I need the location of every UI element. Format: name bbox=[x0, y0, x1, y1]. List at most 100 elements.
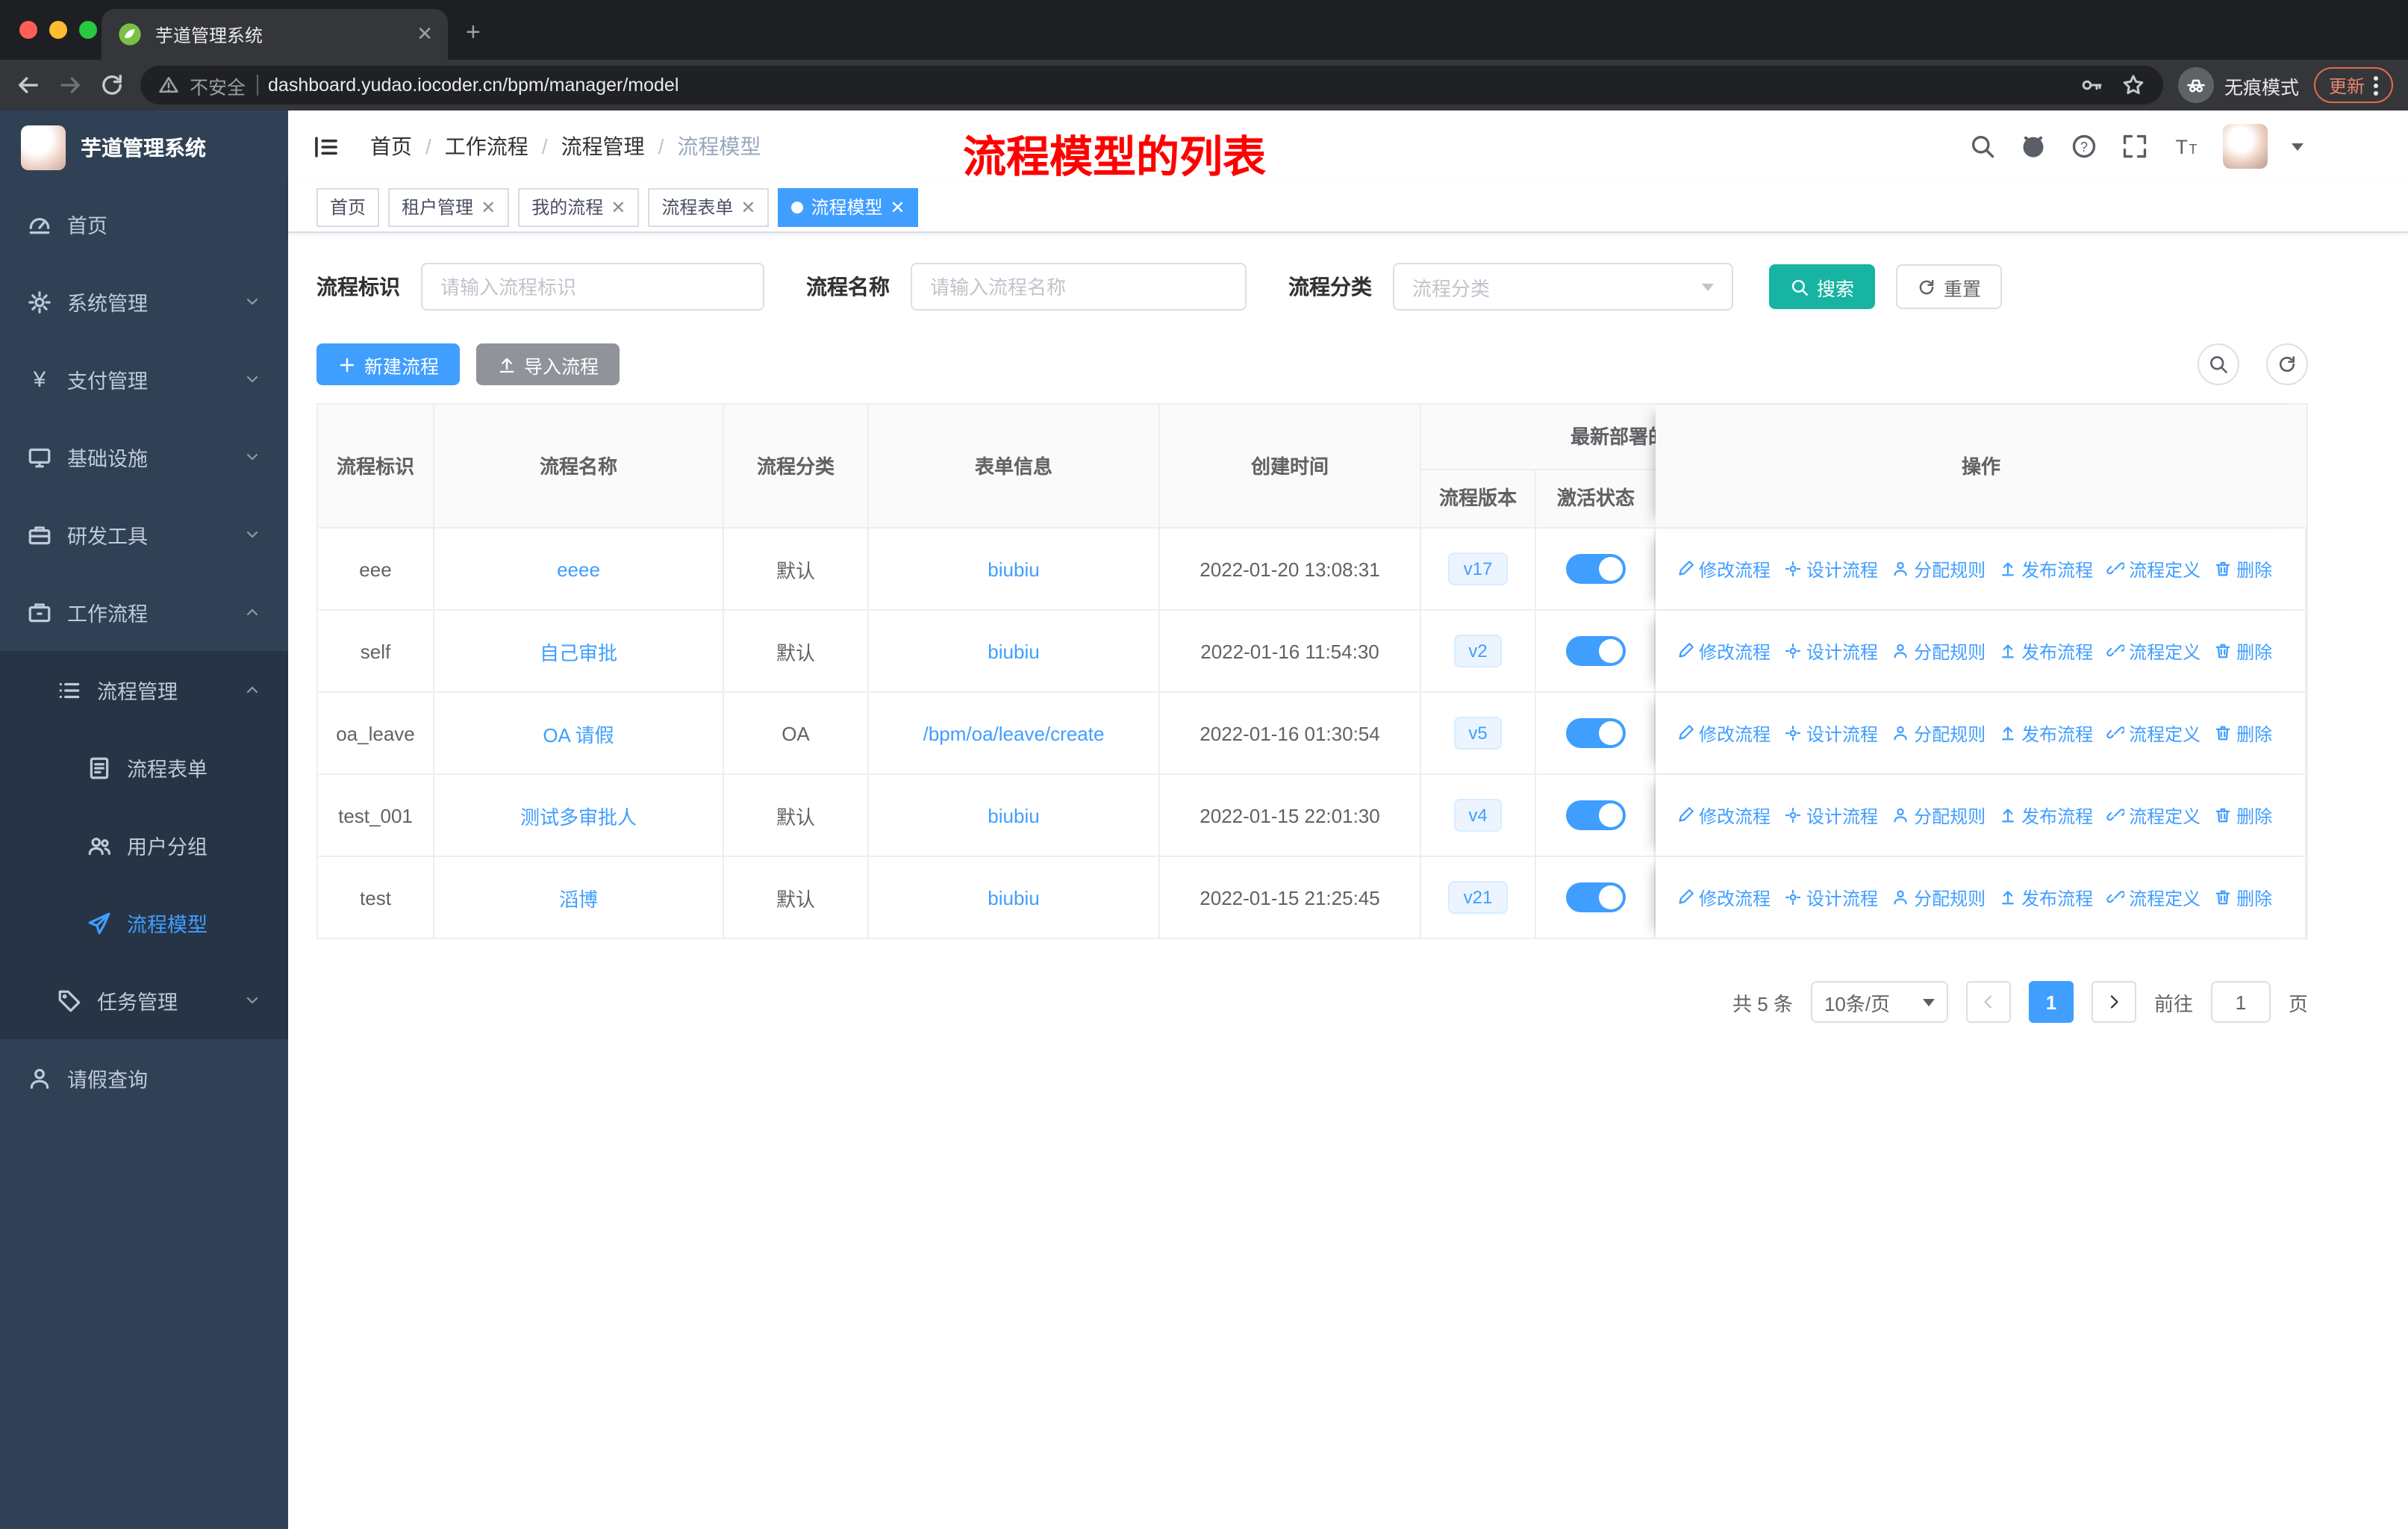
action-assign-rule-link[interactable]: 分配规则 bbox=[1891, 885, 1986, 910]
sidebar-item-process-management[interactable]: 流程管理 bbox=[0, 651, 288, 729]
action-design-link[interactable]: 设计流程 bbox=[1784, 638, 1878, 664]
action-edit-link[interactable]: 修改流程 bbox=[1676, 885, 1771, 910]
version-badge[interactable]: v4 bbox=[1453, 799, 1503, 832]
github-icon[interactable] bbox=[2020, 133, 2047, 160]
maximize-window-button[interactable] bbox=[79, 21, 97, 39]
sidebar-item-system[interactable]: 系统管理 bbox=[0, 263, 288, 340]
form-info-link[interactable]: biubiu bbox=[988, 558, 1039, 580]
action-publish-link[interactable]: 发布流程 bbox=[1999, 803, 2093, 828]
active-toggle[interactable] bbox=[1565, 882, 1625, 912]
process-name-link[interactable]: OA 请假 bbox=[543, 719, 614, 747]
tab-close-icon[interactable]: ✕ bbox=[417, 22, 433, 46]
avatar[interactable] bbox=[2223, 124, 2268, 169]
process-name-link[interactable]: 滔博 bbox=[559, 883, 598, 912]
sidebar-item-process-model[interactable]: 流程模型 bbox=[0, 884, 288, 962]
breadcrumb-item[interactable]: 首页 bbox=[370, 131, 412, 161]
action-publish-link[interactable]: 发布流程 bbox=[1999, 720, 2093, 746]
action-publish-link[interactable]: 发布流程 bbox=[1999, 638, 2093, 664]
active-toggle[interactable] bbox=[1565, 636, 1625, 666]
goto-page-input[interactable] bbox=[2210, 981, 2271, 1023]
process-name-link[interactable]: eeee bbox=[557, 558, 600, 580]
tag-home[interactable]: 首页 bbox=[316, 187, 380, 226]
search-icon[interactable] bbox=[1969, 133, 1996, 160]
page-number-current[interactable]: 1 bbox=[2028, 981, 2074, 1023]
form-info-link[interactable]: biubiu bbox=[988, 804, 1039, 826]
form-info-link[interactable]: biubiu bbox=[988, 886, 1039, 909]
sidebar-item-task-management[interactable]: 任务管理 bbox=[0, 962, 288, 1039]
action-design-link[interactable]: 设计流程 bbox=[1784, 803, 1878, 828]
action-design-link[interactable]: 设计流程 bbox=[1784, 556, 1878, 582]
menu-kebab-icon[interactable] bbox=[2374, 75, 2378, 95]
search-button[interactable]: 搜索 bbox=[1769, 264, 1876, 309]
action-definition-link[interactable]: 流程定义 bbox=[2106, 556, 2200, 582]
breadcrumb-item[interactable]: 流程管理 bbox=[561, 131, 645, 161]
action-assign-rule-link[interactable]: 分配规则 bbox=[1891, 803, 1986, 828]
import-process-button[interactable]: 导入流程 bbox=[476, 343, 620, 385]
action-assign-rule-link[interactable]: 分配规则 bbox=[1891, 638, 1986, 664]
action-assign-rule-link[interactable]: 分配规则 bbox=[1891, 556, 1986, 582]
version-badge[interactable]: v2 bbox=[1453, 635, 1503, 667]
action-definition-link[interactable]: 流程定义 bbox=[2106, 803, 2200, 828]
refresh-table-button[interactable] bbox=[2266, 343, 2308, 385]
active-toggle[interactable] bbox=[1565, 718, 1625, 748]
tag-process-form[interactable]: 流程表单 ✕ bbox=[648, 187, 770, 226]
action-edit-link[interactable]: 修改流程 bbox=[1676, 720, 1771, 746]
browser-tab[interactable]: 芋道管理系统 ✕ bbox=[102, 9, 448, 60]
tag-my-process[interactable]: 我的流程 ✕ bbox=[518, 187, 640, 226]
tag-process-model[interactable]: 流程模型 ✕ bbox=[778, 187, 919, 226]
action-assign-rule-link[interactable]: 分配规则 bbox=[1891, 720, 1986, 746]
action-definition-link[interactable]: 流程定义 bbox=[2106, 885, 2200, 910]
back-icon[interactable] bbox=[15, 72, 42, 99]
menu-fold-icon[interactable] bbox=[312, 132, 340, 161]
form-info-link[interactable]: biubiu bbox=[988, 640, 1039, 662]
font-size-icon[interactable]: TT bbox=[2172, 133, 2199, 160]
version-badge[interactable]: v5 bbox=[1453, 717, 1503, 750]
action-definition-link[interactable]: 流程定义 bbox=[2106, 720, 2200, 746]
close-window-button[interactable] bbox=[19, 21, 37, 39]
next-page-button[interactable] bbox=[2091, 981, 2136, 1023]
close-icon[interactable]: ✕ bbox=[481, 196, 496, 217]
reset-button[interactable]: 重置 bbox=[1896, 264, 2003, 309]
version-badge[interactable]: v21 bbox=[1448, 881, 1508, 914]
close-icon[interactable]: ✕ bbox=[890, 196, 905, 217]
tag-tenant[interactable]: 租户管理 ✕ bbox=[388, 187, 510, 226]
action-delete-link[interactable]: 删除 bbox=[2214, 720, 2272, 746]
sidebar-item-user-group[interactable]: 用户分组 bbox=[0, 806, 288, 884]
action-delete-link[interactable]: 删除 bbox=[2214, 803, 2272, 828]
update-browser-button[interactable]: 更新 bbox=[2313, 67, 2393, 103]
action-definition-link[interactable]: 流程定义 bbox=[2106, 638, 2200, 664]
active-toggle[interactable] bbox=[1565, 800, 1625, 830]
sidebar-item-workflow[interactable]: 工作流程 bbox=[0, 573, 288, 651]
action-design-link[interactable]: 设计流程 bbox=[1784, 720, 1878, 746]
reload-icon[interactable] bbox=[99, 72, 125, 99]
minimize-window-button[interactable] bbox=[49, 21, 67, 39]
close-icon[interactable]: ✕ bbox=[740, 196, 755, 217]
password-key-icon[interactable] bbox=[2080, 73, 2103, 97]
sidebar-item-payment[interactable]: ¥ 支付管理 bbox=[0, 340, 288, 418]
category-select[interactable]: 流程分类 bbox=[1393, 263, 1733, 311]
action-edit-link[interactable]: 修改流程 bbox=[1676, 556, 1771, 582]
action-edit-link[interactable]: 修改流程 bbox=[1676, 638, 1771, 664]
new-tab-button[interactable]: + bbox=[466, 18, 481, 48]
version-badge[interactable]: v17 bbox=[1448, 552, 1508, 585]
create-process-button[interactable]: 新建流程 bbox=[316, 343, 461, 385]
help-icon[interactable]: ? bbox=[2071, 133, 2097, 160]
sidebar-item-process-form[interactable]: 流程表单 bbox=[0, 729, 288, 806]
action-publish-link[interactable]: 发布流程 bbox=[1999, 885, 2093, 910]
process-name-input[interactable] bbox=[911, 263, 1247, 311]
active-toggle[interactable] bbox=[1565, 554, 1625, 584]
bookmark-star-icon[interactable] bbox=[2121, 73, 2145, 97]
sidebar-item-home[interactable]: 首页 bbox=[0, 185, 288, 263]
action-delete-link[interactable]: 删除 bbox=[2214, 885, 2272, 910]
process-id-input[interactable] bbox=[421, 263, 764, 311]
action-publish-link[interactable]: 发布流程 bbox=[1999, 556, 2093, 582]
form-info-link[interactable]: /bpm/oa/leave/create bbox=[923, 722, 1105, 744]
action-edit-link[interactable]: 修改流程 bbox=[1676, 803, 1771, 828]
sidebar-item-devtools[interactable]: 研发工具 bbox=[0, 496, 288, 573]
process-name-link[interactable]: 自己审批 bbox=[540, 637, 617, 665]
show-search-button[interactable] bbox=[2198, 343, 2239, 385]
forward-icon[interactable] bbox=[57, 72, 84, 99]
action-delete-link[interactable]: 删除 bbox=[2214, 638, 2272, 664]
breadcrumb-item[interactable]: 工作流程 bbox=[445, 131, 528, 161]
sidebar-item-infrastructure[interactable]: 基础设施 bbox=[0, 418, 288, 496]
